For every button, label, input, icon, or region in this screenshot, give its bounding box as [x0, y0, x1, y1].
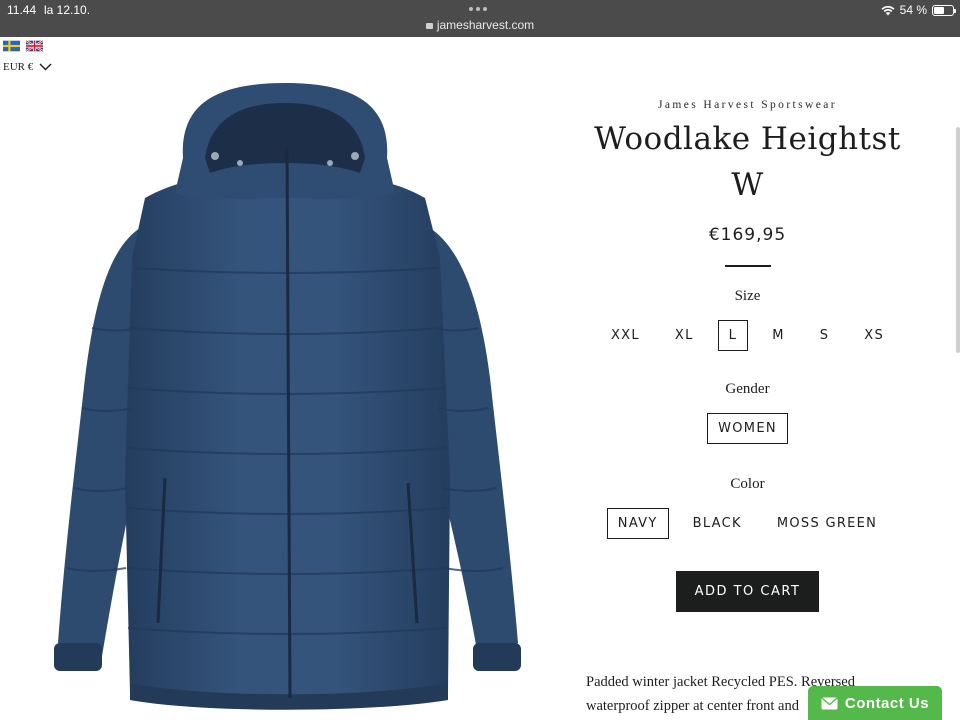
language-selector: [3, 40, 43, 52]
contact-us-button[interactable]: Contact Us: [808, 686, 942, 720]
swedish-flag-icon[interactable]: [3, 40, 20, 52]
gender-options: WOMEN: [590, 413, 905, 444]
status-time: 11.44: [7, 3, 37, 17]
color-label: Color: [730, 476, 765, 492]
color-option-moss-green[interactable]: MOSS GREEN: [766, 508, 888, 539]
price-divider: [724, 265, 771, 267]
wifi-icon: [881, 5, 895, 15]
status-date: la 12.10.: [44, 3, 91, 17]
add-to-cart-button[interactable]: ADD TO CART: [675, 571, 820, 612]
size-options: XXL XL L M S XS: [590, 320, 905, 351]
battery-percent: 54 %: [899, 3, 927, 17]
size-option-l[interactable]: L: [717, 320, 749, 351]
size-label: Size: [734, 288, 761, 304]
contact-us-label: Contact Us: [844, 694, 930, 712]
currency-label: EUR €: [3, 61, 34, 73]
page-scrollbar[interactable]: [956, 127, 960, 353]
chevron-down-icon: [39, 63, 52, 71]
color-options: NAVY BLACK MOSS GREEN: [590, 508, 905, 539]
status-right: 54 %: [881, 3, 956, 17]
lock-icon: [425, 23, 433, 29]
product-price: €169,95: [708, 225, 787, 245]
more-dots-icon[interactable]: [469, 7, 487, 11]
status-bar: 11.44 la 12.10. jamesharvest.com 54 %: [0, 0, 960, 37]
size-option-s[interactable]: S: [809, 320, 841, 351]
gender-option-women[interactable]: WOMEN: [707, 413, 788, 444]
battery-icon: [932, 4, 956, 16]
product-image[interactable]: [40, 78, 530, 720]
size-option-xxl[interactable]: XXL: [600, 320, 651, 351]
url-text: jamesharvest.com: [436, 18, 535, 32]
gender-label: Gender: [725, 381, 770, 397]
address-bar[interactable]: jamesharvest.com: [0, 18, 960, 32]
uk-flag-icon[interactable]: [26, 40, 43, 52]
product-title: Woodlake Heightst W: [594, 121, 901, 203]
color-option-black[interactable]: BLACK: [682, 508, 753, 539]
envelope-icon: [821, 696, 838, 709]
product-details: James Harvest Sportswear Woodlake Height…: [590, 95, 905, 612]
currency-selector[interactable]: EUR €: [3, 61, 52, 73]
size-option-m[interactable]: M: [761, 320, 796, 351]
size-option-xs[interactable]: XS: [853, 320, 895, 351]
product-vendor[interactable]: James Harvest Sportswear: [590, 99, 905, 111]
color-option-navy[interactable]: NAVY: [606, 508, 669, 539]
size-option-xl[interactable]: XL: [664, 320, 705, 351]
